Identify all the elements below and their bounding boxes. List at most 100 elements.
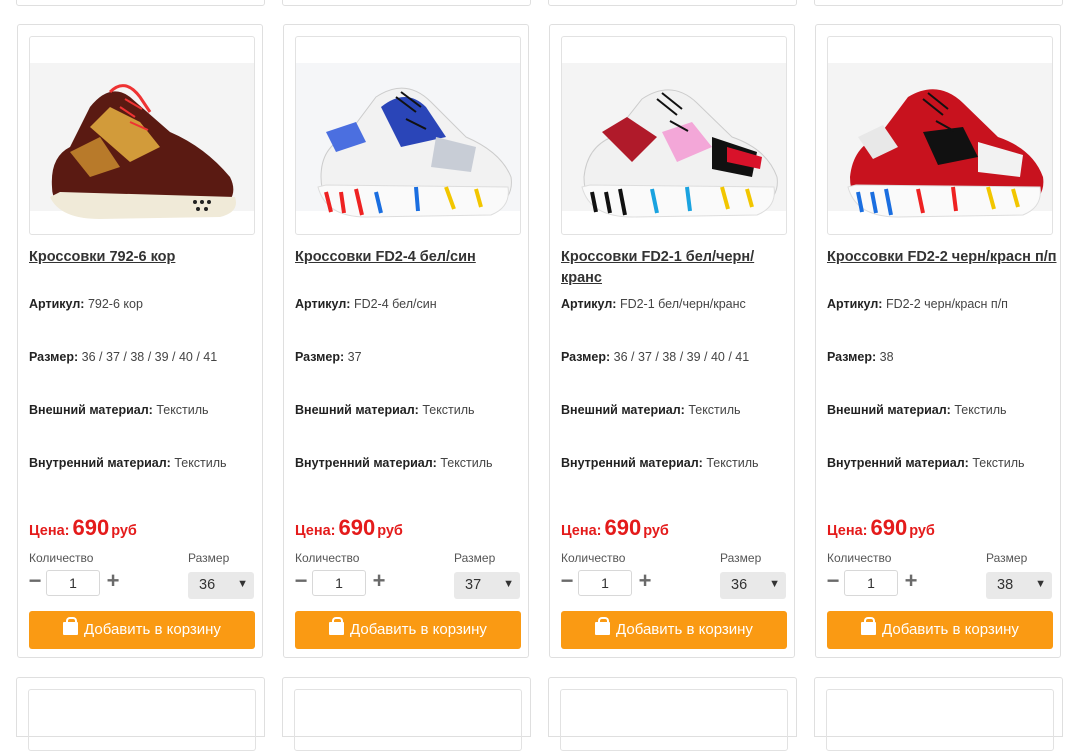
size-label: Размер: (827, 350, 877, 364)
outer-value: Текстиль (156, 403, 209, 417)
product-image[interactable] (29, 36, 255, 235)
product-sizes: Размер: 36 / 37 / 38 / 39 / 40 / 41 (29, 350, 217, 364)
price-label: Цена: (295, 523, 336, 539)
product-card: Кроссовки 792-6 кор Артикул: 792-6 кор Р… (17, 24, 263, 658)
product-title-link[interactable]: Кроссовки 792-6 кор (29, 247, 261, 268)
previous-row-card (814, 0, 1063, 6)
chevron-down-icon: ▼ (237, 578, 248, 590)
quantity-label: Количество (827, 551, 892, 565)
size-label: Размер: (295, 350, 345, 364)
size-selected-value: 38 (997, 577, 1014, 593)
product-price: Цена: 690 руб (561, 515, 669, 541)
product-article: Артикул: FD2-4 бел/син (295, 297, 437, 311)
size-select[interactable]: 36 ▼ (188, 572, 254, 599)
size-selected-value: 36 (199, 577, 216, 593)
shopping-bag-icon (329, 617, 345, 635)
size-select[interactable]: 36 ▼ (720, 572, 786, 599)
price-currency: руб (377, 523, 403, 539)
product-outer-material: Внешний материал: Текстиль (295, 403, 475, 417)
sizes-value: 36 / 37 / 38 / 39 / 40 / 41 (613, 350, 750, 364)
price-label: Цена: (29, 523, 70, 539)
inner-label: Внутренний материал: (827, 456, 969, 470)
size-select-label: Размер (188, 551, 230, 565)
next-row-image (294, 689, 522, 751)
quantity-plus-button[interactable]: + (371, 570, 387, 592)
article-value: FD2-1 бел/черн/кранс (619, 297, 746, 311)
product-image[interactable] (295, 36, 521, 235)
quantity-plus-button[interactable]: + (105, 570, 121, 592)
product-sizes: Размер: 38 (827, 350, 894, 364)
quantity-input[interactable] (578, 570, 632, 596)
product-title-link[interactable]: Кроссовки FD2-2 черн/красн п/п (827, 247, 1059, 268)
quantity-label: Количество (561, 551, 626, 565)
product-article: Артикул: FD2-1 бел/черн/кранс (561, 297, 746, 311)
outer-label: Внешний материал: (827, 403, 951, 417)
product-article: Артикул: 792-6 кор (29, 297, 143, 311)
add-to-cart-label: Добавить в корзину (350, 621, 487, 638)
quantity-input[interactable] (46, 570, 100, 596)
price-label: Цена: (827, 523, 868, 539)
quantity-plus-button[interactable]: + (637, 570, 653, 592)
quantity-plus-button[interactable]: + (903, 570, 919, 592)
price-value: 690 (604, 515, 642, 540)
add-to-cart-button[interactable]: Добавить в корзину (561, 611, 787, 649)
next-row-image (28, 689, 256, 751)
quantity-minus-button[interactable]: − (27, 570, 43, 592)
inner-value: Текстиль (440, 456, 493, 470)
product-price: Цена: 690 руб (295, 515, 403, 541)
price-currency: руб (643, 523, 669, 539)
add-to-cart-button[interactable]: Добавить в корзину (295, 611, 521, 649)
product-card: Кроссовки FD2-2 черн/красн п/п Артикул: … (815, 24, 1061, 658)
shopping-bag-icon (63, 617, 79, 635)
product-price: Цена: 690 руб (827, 515, 935, 541)
add-to-cart-label: Добавить в корзину (84, 621, 221, 638)
size-select-label: Размер (720, 551, 762, 565)
article-label: Артикул: (29, 297, 85, 311)
shopping-bag-icon (861, 617, 877, 635)
product-outer-material: Внешний материал: Текстиль (827, 403, 1007, 417)
add-to-cart-button[interactable]: Добавить в корзину (827, 611, 1053, 649)
product-image[interactable] (561, 36, 787, 235)
product-inner-material: Внутренний материал: Текстиль (827, 456, 1025, 470)
quantity-minus-button[interactable]: − (293, 570, 309, 592)
product-sizes: Размер: 36 / 37 / 38 / 39 / 40 / 41 (561, 350, 749, 364)
outer-value: Текстиль (954, 403, 1007, 417)
outer-value: Текстиль (688, 403, 741, 417)
product-image[interactable] (827, 36, 1053, 235)
chevron-down-icon: ▼ (769, 578, 780, 590)
product-sizes: Размер: 37 (295, 350, 362, 364)
quantity-minus-button[interactable]: − (825, 570, 841, 592)
product-price: Цена: 690 руб (29, 515, 137, 541)
add-to-cart-button[interactable]: Добавить в корзину (29, 611, 255, 649)
product-title-link[interactable]: Кроссовки FD2-1 бел/черн/кранс (561, 247, 793, 289)
article-value: 792-6 кор (87, 297, 143, 311)
inner-label: Внутренний материал: (295, 456, 437, 470)
product-inner-material: Внутренний материал: Текстиль (295, 456, 493, 470)
next-row-card (814, 677, 1063, 751)
size-select[interactable]: 37 ▼ (454, 572, 520, 599)
price-label: Цена: (561, 523, 602, 539)
chevron-down-icon: ▼ (1035, 578, 1046, 590)
quantity-input[interactable] (312, 570, 366, 596)
product-title-link[interactable]: Кроссовки FD2-4 бел/син (295, 247, 527, 268)
size-selected-value: 37 (465, 577, 482, 593)
quantity-label: Количество (29, 551, 94, 565)
inner-value: Текстиль (972, 456, 1025, 470)
quantity-minus-button[interactable]: − (559, 570, 575, 592)
quantity-label: Количество (295, 551, 360, 565)
inner-value: Текстиль (706, 456, 759, 470)
price-currency: руб (909, 523, 935, 539)
product-card: Кроссовки FD2-1 бел/черн/кранс Артикул: … (549, 24, 795, 658)
outer-label: Внешний материал: (295, 403, 419, 417)
price-currency: руб (111, 523, 137, 539)
previous-row-card (548, 0, 797, 6)
outer-label: Внешний материал: (561, 403, 685, 417)
quantity-input[interactable] (844, 570, 898, 596)
article-label: Артикул: (827, 297, 883, 311)
product-outer-material: Внешний материал: Текстиль (29, 403, 209, 417)
previous-row-card (282, 0, 531, 6)
sizes-value: 36 / 37 / 38 / 39 / 40 / 41 (81, 350, 218, 364)
chevron-down-icon: ▼ (503, 578, 514, 590)
inner-value: Текстиль (174, 456, 227, 470)
size-select[interactable]: 38 ▼ (986, 572, 1052, 599)
